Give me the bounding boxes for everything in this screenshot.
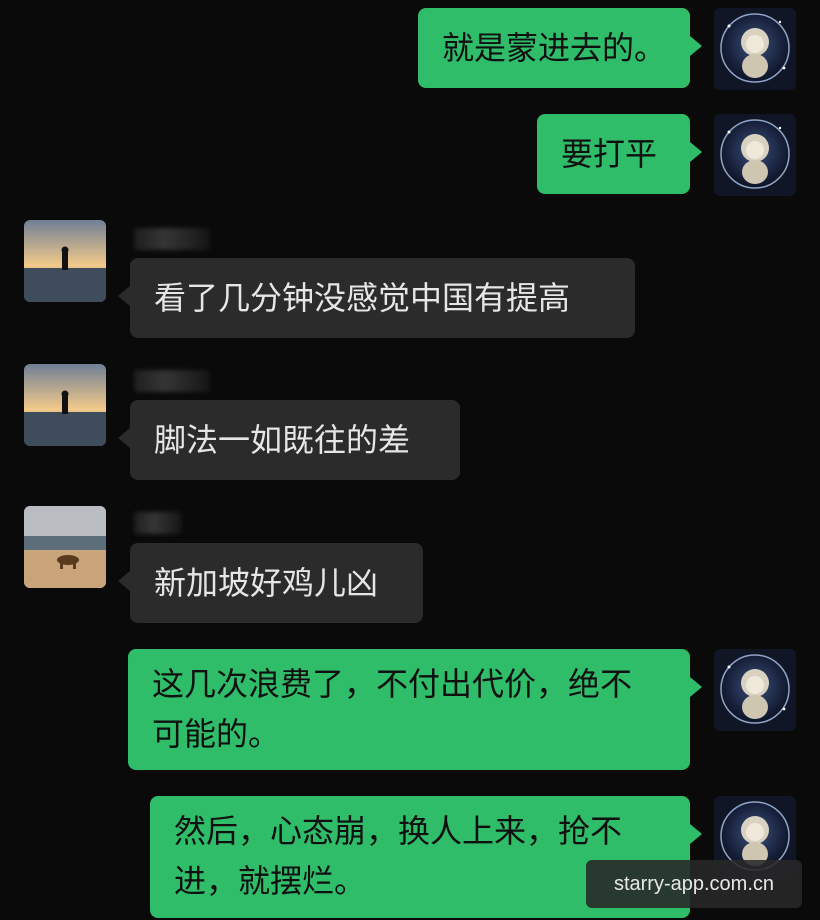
message-bubble-outgoing[interactable]: 就是蒙进去的。 [418,8,702,88]
message-bubble-incoming[interactable]: 看了几分钟没感觉中国有提高 [118,258,635,338]
sender-name-blurred [134,512,182,534]
beach-silhouette-icon [24,364,106,446]
message-bubble-outgoing[interactable]: 这几次浪费了，不付出代价，绝不 可能的。 [128,649,702,770]
beach-dog-avatar[interactable] [24,506,106,588]
message-bubble-incoming[interactable]: 脚法一如既往的差 [118,400,460,480]
lion-avatar[interactable] [714,114,796,196]
lion-avatar[interactable] [714,8,796,90]
lion-avatar-icon [714,8,796,90]
beach-dog-icon [24,506,106,588]
sender-name-blurred [134,370,210,392]
message-bubble-incoming[interactable]: 新加坡好鸡儿凶 [118,543,423,623]
lion-avatar[interactable] [714,649,796,731]
watermark: starry-app.com.cn [586,860,802,908]
message-bubble-outgoing[interactable]: 要打平 [537,114,702,194]
beach-sunset-avatar[interactable] [24,364,106,446]
beach-silhouette-icon [24,220,106,302]
sender-name-blurred [134,228,210,250]
beach-sunset-avatar[interactable] [24,220,106,302]
lion-avatar-icon [714,114,796,196]
lion-avatar-icon [714,649,796,731]
